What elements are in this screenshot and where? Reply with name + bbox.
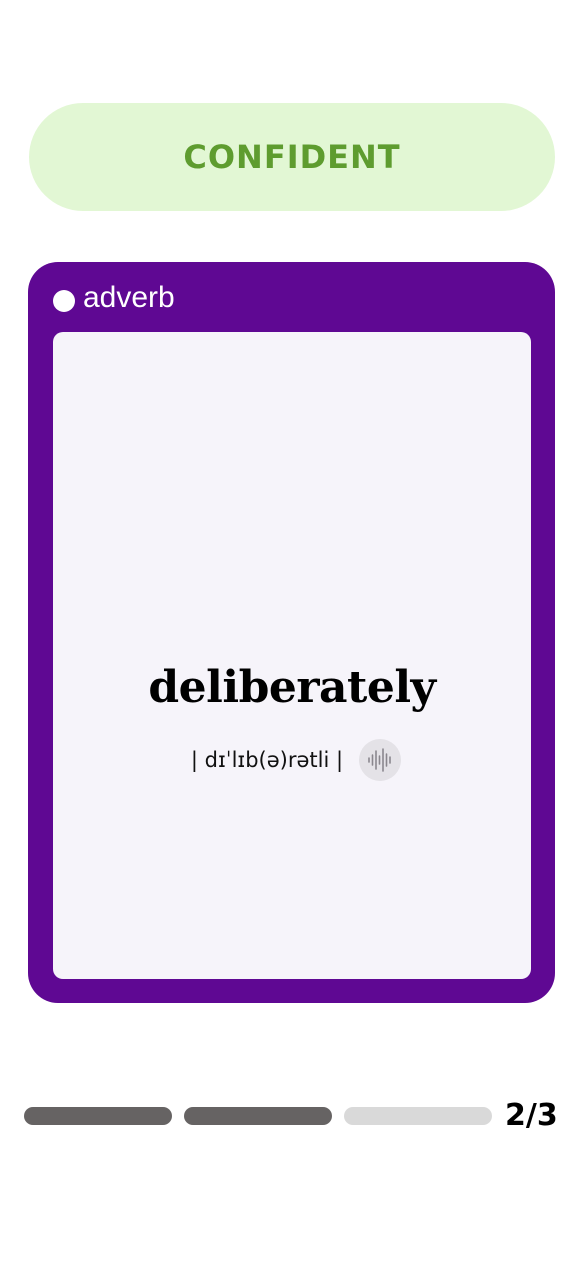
pronunciation-row: | dɪˈlɪb(ə)rətli | bbox=[53, 737, 531, 783]
part-of-speech-label: adverb bbox=[83, 281, 175, 314]
part-of-speech-dot-icon bbox=[53, 290, 75, 312]
flashcard-face[interactable]: deliberately | dɪˈlɪb(ə)rətli | bbox=[53, 332, 531, 979]
confidence-status-label: CONFIDENT bbox=[183, 138, 401, 176]
phonetic-transcription: | dɪˈlɪb(ə)rətli | bbox=[190, 748, 344, 772]
flashcard-screen: CONFIDENT adverb deliberately | dɪˈlɪb(ə… bbox=[0, 0, 585, 1266]
progress-indicator: 2/3 bbox=[24, 1098, 558, 1133]
progress-counter: 2/3 bbox=[505, 1098, 558, 1133]
vocabulary-word: deliberately bbox=[148, 662, 436, 713]
progress-segment-2 bbox=[184, 1106, 332, 1125]
progress-segment-3 bbox=[344, 1106, 492, 1125]
flashcard[interactable]: adverb deliberately | dɪˈlɪb(ə)rətli | bbox=[28, 262, 555, 1003]
play-audio-button[interactable] bbox=[359, 739, 402, 781]
confidence-status-button[interactable]: CONFIDENT bbox=[29, 103, 555, 211]
sound-wave-icon bbox=[368, 748, 391, 772]
progress-segment-1 bbox=[24, 1106, 172, 1125]
part-of-speech: adverb bbox=[53, 280, 175, 316]
